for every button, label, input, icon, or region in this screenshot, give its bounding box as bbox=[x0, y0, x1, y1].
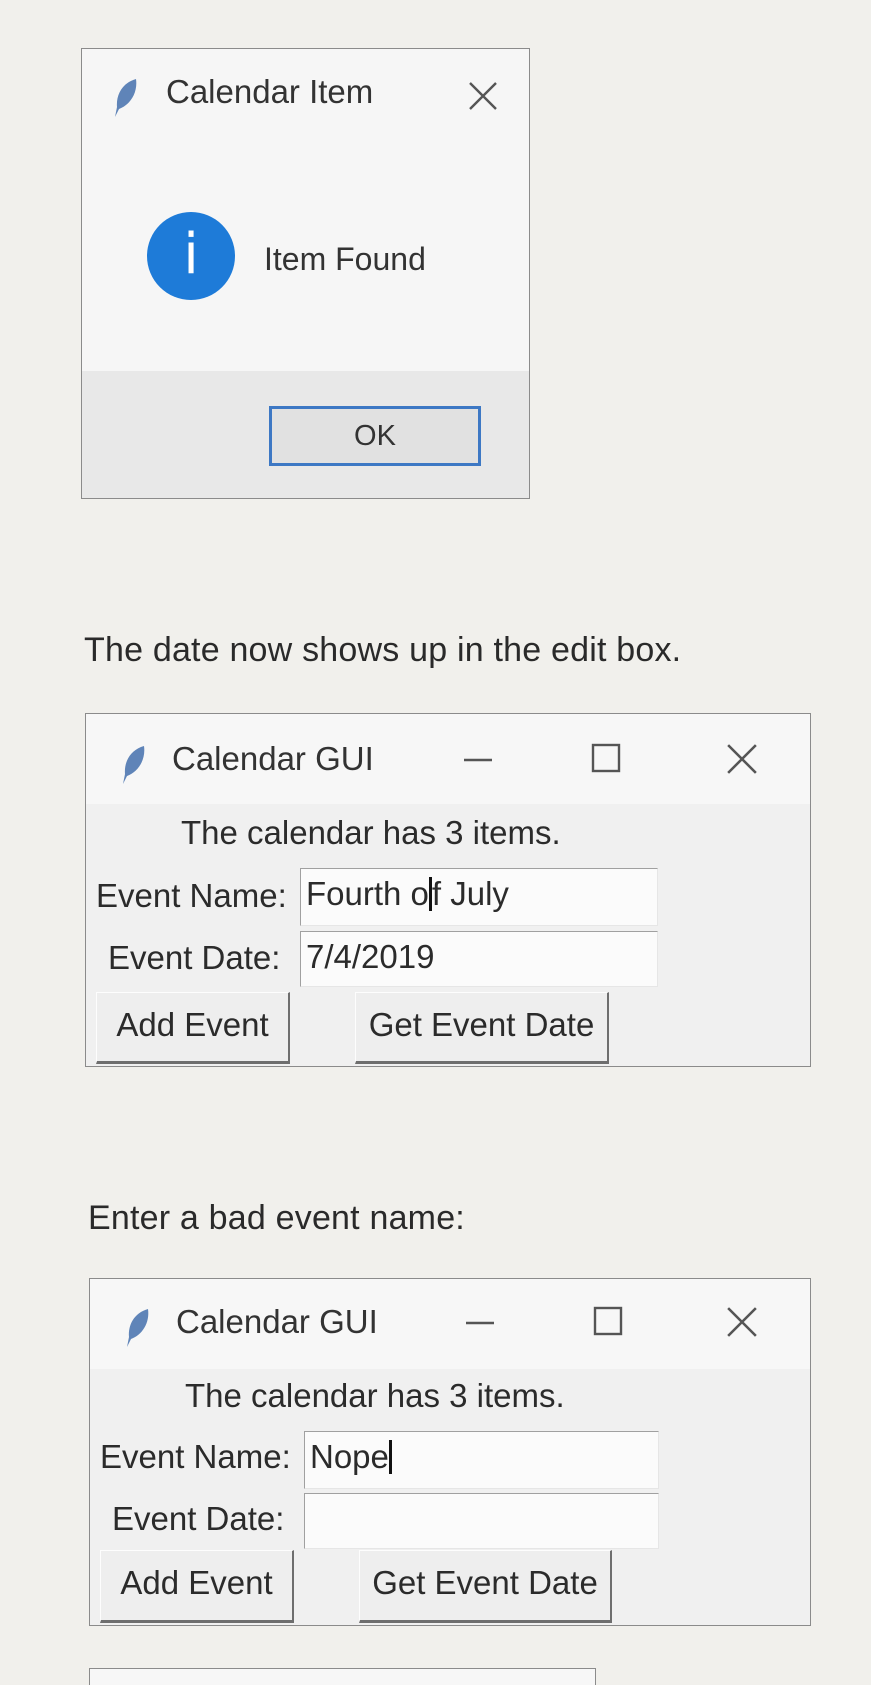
add-event-label: Add Event bbox=[120, 1564, 273, 1601]
dialog-message: Item Found bbox=[264, 241, 426, 277]
status-label: The calendar has 3 items. bbox=[181, 814, 561, 851]
status-label: The calendar has 3 items. bbox=[185, 1377, 565, 1414]
calendar-gui-window-1: Calendar GUI The calendar has 3 items. E… bbox=[85, 713, 811, 1067]
event-name-input[interactable]: Fourth of July bbox=[300, 868, 658, 926]
event-name-text-before-caret: Fourth o bbox=[306, 875, 429, 912]
caption-date-shows: The date now shows up in the edit box. bbox=[84, 631, 682, 669]
calendar-item-dialog: Calendar Item i Item Found OK bbox=[81, 48, 530, 499]
minimize-icon[interactable] bbox=[464, 1317, 496, 1329]
get-event-date-label: Get Event Date bbox=[368, 1006, 595, 1043]
maximize-icon[interactable] bbox=[593, 1306, 623, 1336]
add-event-label: Add Event bbox=[116, 1006, 269, 1043]
event-date-label: Event Date: bbox=[108, 939, 281, 976]
info-icon: i bbox=[147, 212, 235, 300]
event-date-label: Event Date: bbox=[112, 1500, 285, 1537]
close-icon[interactable] bbox=[468, 81, 498, 111]
event-date-text: 7/4/2019 bbox=[306, 938, 435, 975]
close-icon[interactable] bbox=[726, 743, 758, 775]
close-icon[interactable] bbox=[726, 1306, 758, 1338]
window-title: Calendar GUI bbox=[172, 740, 374, 777]
feather-icon bbox=[123, 746, 145, 784]
event-date-input[interactable]: 7/4/2019 bbox=[300, 931, 658, 987]
maximize-icon[interactable] bbox=[591, 743, 621, 773]
next-window-top-edge bbox=[89, 1668, 596, 1685]
caption-bad-event-name: Enter a bad event name: bbox=[88, 1199, 465, 1237]
window-title: Calendar GUI bbox=[176, 1303, 378, 1340]
text-caret bbox=[388, 1440, 392, 1474]
feather-icon bbox=[127, 1309, 149, 1347]
feather-icon bbox=[115, 79, 137, 117]
info-glyph: i bbox=[183, 222, 199, 287]
get-event-date-button[interactable]: Get Event Date bbox=[355, 992, 609, 1064]
event-name-label: Event Name: bbox=[96, 877, 287, 914]
calendar-gui-window-2: Calendar GUI The calendar has 3 items. E… bbox=[89, 1278, 811, 1626]
event-name-text: Nope bbox=[310, 1438, 389, 1475]
dialog-title: Calendar Item bbox=[166, 73, 374, 110]
add-event-button[interactable]: Add Event bbox=[96, 992, 290, 1064]
get-event-date-button[interactable]: Get Event Date bbox=[359, 1550, 612, 1623]
minimize-icon[interactable] bbox=[462, 754, 494, 766]
ok-label: OK bbox=[354, 420, 396, 452]
ok-button[interactable]: OK bbox=[269, 406, 481, 466]
event-name-input[interactable]: Nope bbox=[304, 1431, 659, 1489]
event-name-label: Event Name: bbox=[100, 1438, 291, 1475]
add-event-button[interactable]: Add Event bbox=[100, 1550, 294, 1623]
event-name-text-after-caret: f July bbox=[431, 875, 509, 912]
event-date-input[interactable] bbox=[304, 1493, 659, 1549]
get-event-date-label: Get Event Date bbox=[372, 1564, 598, 1601]
